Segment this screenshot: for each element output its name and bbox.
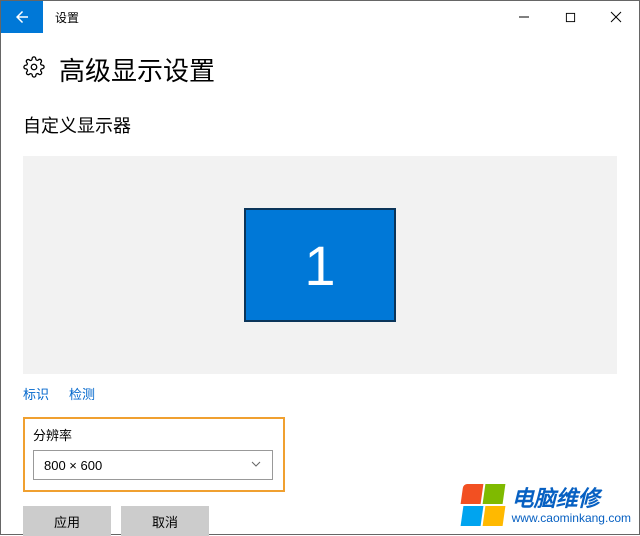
detect-link[interactable]: 检测 [69,384,95,403]
chevron-down-icon [250,458,262,473]
page-header: 高级显示设置 [23,51,617,88]
minimize-button[interactable] [501,1,547,33]
minimize-icon [518,11,530,23]
monitor-number: 1 [304,233,335,298]
maximize-icon [565,12,576,23]
display-arrangement-area[interactable]: 1 [23,156,617,374]
window-controls [501,1,639,33]
close-button[interactable] [593,1,639,33]
resolution-label: 分辨率 [33,425,275,444]
title-bar: 设置 [1,1,639,33]
back-button[interactable] [1,1,43,33]
gear-icon [23,56,45,83]
section-title: 自定义显示器 [23,112,617,138]
identify-link[interactable]: 标识 [23,384,49,403]
action-buttons: 应用 取消 [23,506,617,536]
content-area: 高级显示设置 自定义显示器 1 标识 检测 分辨率 800 × 600 应用 取… [1,33,639,536]
window-title: 设置 [55,9,79,26]
monitor-1[interactable]: 1 [244,208,396,322]
arrow-left-icon [13,8,31,26]
close-icon [610,11,622,23]
resolution-highlight: 分辨率 800 × 600 [23,417,285,492]
apply-button[interactable]: 应用 [23,506,111,536]
cancel-button[interactable]: 取消 [121,506,209,536]
page-title: 高级显示设置 [59,51,215,88]
resolution-select[interactable]: 800 × 600 [33,450,273,480]
maximize-button[interactable] [547,1,593,33]
resolution-value: 800 × 600 [44,458,102,473]
display-links: 标识 检测 [23,384,617,403]
